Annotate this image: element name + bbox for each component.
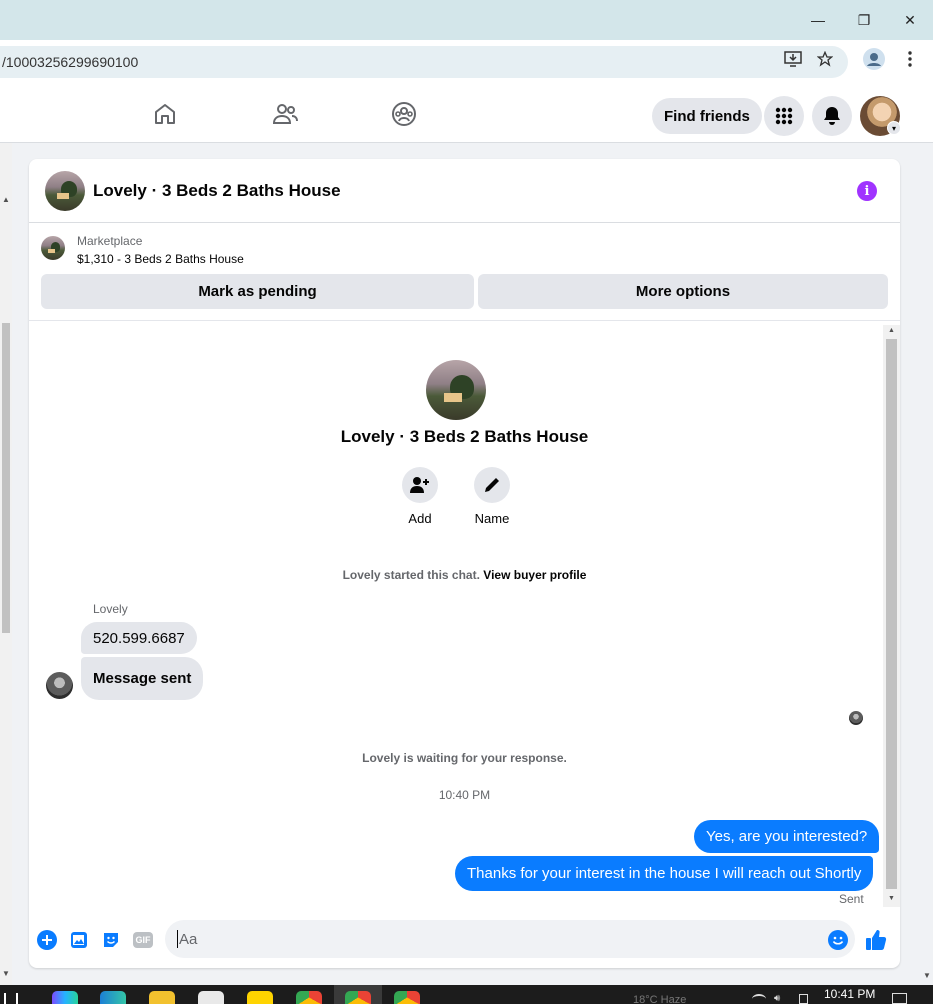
plus-circle-icon[interactable] (36, 929, 58, 951)
chat-panel: Lovely · 3 Beds 2 Baths House i Marketpl… (29, 159, 900, 968)
name-label: Name (474, 511, 510, 526)
edge-icon[interactable] (100, 991, 126, 1004)
file-explorer-icon[interactable] (149, 991, 175, 1004)
pencil-icon[interactable] (474, 467, 510, 503)
scroll-up-arrow-icon[interactable]: ▲ (2, 195, 10, 204)
gif-icon[interactable]: GIF (132, 929, 154, 951)
add-people-control[interactable]: Add (400, 467, 440, 526)
notification-center-icon[interactable] (892, 993, 907, 1004)
message-input-placeholder: Aa (179, 930, 198, 948)
home-icon[interactable] (151, 100, 179, 128)
weather-widget[interactable]: 18°C Haze (633, 994, 686, 1004)
chat-header: Lovely · 3 Beds 2 Baths House i (29, 159, 900, 223)
conversation-profile-name: Lovely · 3 Beds 2 Baths House (340, 427, 589, 446)
incoming-message[interactable]: Message sent (81, 657, 204, 700)
waiting-notice: Lovely is waiting for your response. (362, 751, 567, 765)
more-options-button[interactable]: More options (478, 274, 888, 309)
outgoing-message[interactable]: Yes, are you interested? (694, 820, 880, 853)
menu-grid-icon[interactable] (764, 96, 804, 136)
copilot-icon[interactable] (52, 991, 78, 1004)
mark-as-pending-button[interactable]: Mark as pending (41, 274, 474, 309)
listing-thumbnail[interactable] (41, 236, 65, 260)
message-input[interactable]: Aa (165, 920, 855, 958)
facebook-top-nav: Find friends ▾ (0, 86, 933, 143)
messages-scrollbar-thumb[interactable] (886, 339, 897, 889)
start-icon[interactable] (4, 993, 18, 1004)
photo-icon[interactable] (68, 929, 90, 951)
app-icon[interactable] (198, 991, 224, 1004)
close-window-button[interactable]: ✕ (895, 8, 925, 32)
battery-icon[interactable] (799, 994, 808, 1004)
sender-name: Lovely (93, 602, 128, 616)
friends-icon[interactable] (271, 100, 299, 128)
scroll-down-arrow-icon[interactable]: ▼ (2, 969, 10, 978)
chrome-icon[interactable] (394, 991, 420, 1004)
sticky-notes-icon[interactable] (247, 991, 273, 1004)
messages-scroll-down-icon[interactable]: ▼ (886, 895, 897, 902)
address-bar-row: /10003256299690100 (0, 40, 933, 86)
read-receipt-avatar (849, 711, 863, 725)
page-scroll-down-right-icon[interactable]: ▼ (923, 971, 931, 980)
restore-button[interactable]: ❐ (849, 8, 879, 32)
windows-taskbar: 18°C Haze ︿ 🔊︎ 10:41 PM (0, 985, 933, 1004)
add-person-icon[interactable] (402, 467, 438, 503)
url-text: /10003256299690100 (2, 54, 139, 70)
page-scrollbar-thumb[interactable] (2, 323, 10, 633)
chat-title[interactable]: Lovely · 3 Beds 2 Baths House (93, 181, 341, 201)
install-app-icon[interactable] (781, 47, 805, 71)
page-scrollbar-left[interactable]: ▲ ▼ (0, 143, 12, 985)
chat-started-notice: Lovely started this chat. View buyer pro… (29, 568, 900, 582)
marketplace-label: Marketplace (77, 234, 143, 248)
view-buyer-profile-link[interactable]: View buyer profile (483, 568, 586, 582)
tray-chevron-icon[interactable]: ︿ (726, 995, 736, 1004)
edit-name-control[interactable]: Name (472, 467, 512, 526)
message-composer: GIF Aa (29, 911, 900, 968)
chrome-active-icon[interactable] (345, 991, 371, 1004)
chrome-icon[interactable] (296, 991, 322, 1004)
sticker-icon[interactable] (100, 929, 122, 951)
outgoing-message[interactable]: Thanks for your interest in the house I … (455, 856, 874, 891)
message-timestamp: 10:40 PM (438, 788, 491, 802)
info-icon[interactable]: i (857, 181, 877, 201)
notifications-bell-icon[interactable] (812, 96, 852, 136)
wifi-icon[interactable] (752, 994, 766, 1004)
listing-price-title[interactable]: $1,310 - 3 Beds 2 Baths House (77, 252, 244, 266)
browser-title-bar: — ❐ ✕ (0, 0, 933, 40)
messages-scroll-up-icon[interactable]: ▲ (886, 327, 897, 334)
emoji-icon[interactable] (827, 929, 849, 951)
volume-icon[interactable]: 🔊︎ (774, 993, 780, 1004)
find-friends-button[interactable]: Find friends (652, 98, 762, 134)
account-chevron-down-icon[interactable]: ▾ (887, 121, 901, 135)
listing-avatar[interactable] (45, 171, 85, 211)
groups-icon[interactable] (390, 100, 418, 128)
conversation-profile-photo (426, 360, 486, 420)
message-status: Sent (839, 892, 864, 906)
incoming-message[interactable]: 520.599.6687 (81, 622, 197, 654)
bookmark-star-icon[interactable] (813, 47, 837, 71)
messages-scrollbar[interactable]: ▲ ▼ (883, 325, 900, 907)
chat-started-text: Lovely started this chat. (342, 568, 480, 582)
taskbar-clock[interactable]: 10:41 PM (824, 987, 875, 1001)
thumbs-up-icon[interactable] (865, 929, 887, 951)
browser-menu-icon[interactable] (898, 47, 922, 71)
add-label: Add (408, 511, 432, 526)
marketplace-listing-bar: Marketplace $1,310 - 3 Beds 2 Baths Hous… (29, 223, 900, 321)
address-bar[interactable]: /10003256299690100 (0, 46, 848, 78)
sender-avatar[interactable] (46, 672, 73, 699)
minimize-button[interactable]: — (803, 8, 833, 32)
browser-profile-icon[interactable] (862, 47, 886, 71)
